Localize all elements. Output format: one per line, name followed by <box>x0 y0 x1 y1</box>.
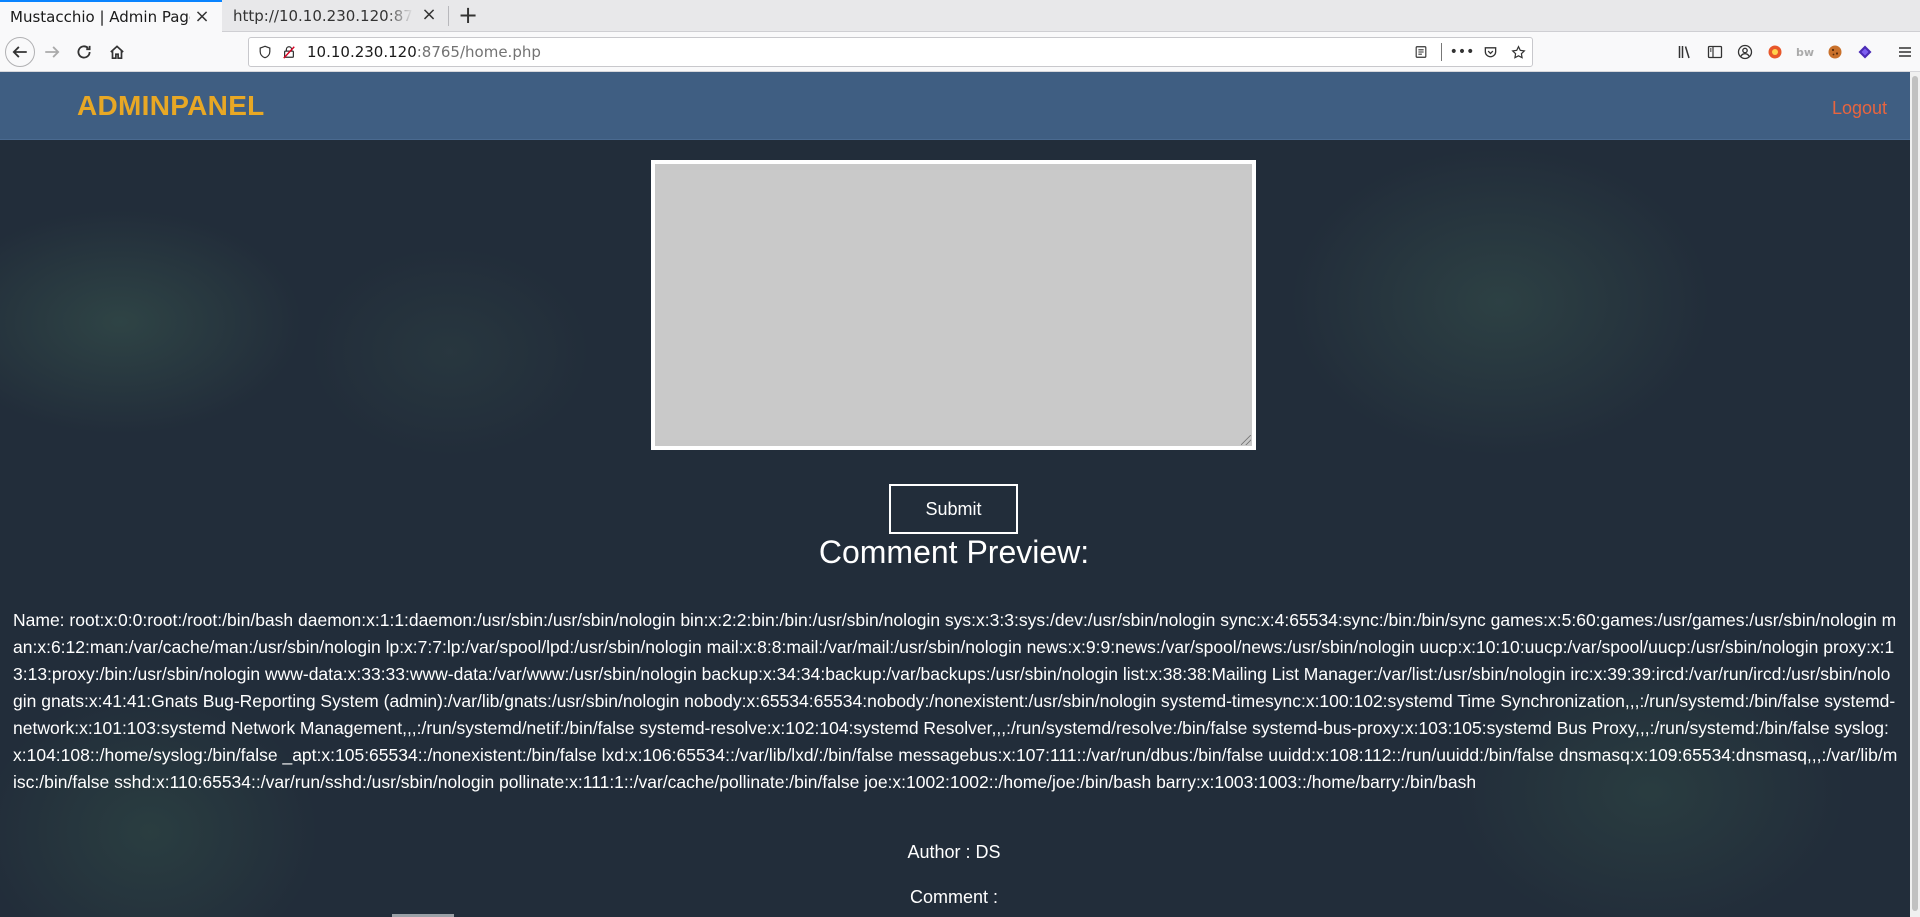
tab-home-php[interactable]: http://10.10.230.120:8765/h × <box>223 0 449 32</box>
shield-icon[interactable] <box>257 44 273 60</box>
tab-separator <box>448 6 449 26</box>
resize-grip-icon[interactable] <box>1241 435 1251 445</box>
url-actions: ••• <box>1407 38 1532 66</box>
reload-button[interactable] <box>70 38 98 66</box>
forward-button[interactable] <box>38 38 66 66</box>
url-host: 10.10.230.120 <box>307 43 417 61</box>
url-bar[interactable]: 10.10.230.120:8765/home.php ••• <box>248 37 1533 67</box>
close-tab-icon[interactable]: × <box>421 6 437 24</box>
extension-purple-icon[interactable] <box>1850 38 1880 66</box>
reload-icon <box>77 45 91 59</box>
comment-preview-heading: Comment Preview: <box>818 534 1090 570</box>
toolbar-extensions: bw <box>1670 38 1920 66</box>
home-button[interactable] <box>103 38 131 66</box>
extension-bw-icon[interactable]: bw <box>1790 38 1820 66</box>
page-actions-icon[interactable]: ••• <box>1448 38 1476 66</box>
back-arrow-icon <box>12 46 27 58</box>
submit-button[interactable]: Submit <box>889 484 1018 534</box>
reader-view-icon[interactable] <box>1407 38 1435 66</box>
logout-link[interactable]: Logout <box>1832 98 1887 119</box>
comment-preview-text: Name: root:x:0:0:root:/root:/bin/bash da… <box>13 610 1898 792</box>
admin-header: ADMINPANEL Logout <box>0 72 1910 140</box>
extension-orange-icon[interactable] <box>1760 38 1790 66</box>
url-separator <box>1441 43 1442 61</box>
tab-admin-page[interactable]: Mustacchio | Admin Page × <box>0 0 222 32</box>
tab-label: http://10.10.230.120:8765/h <box>233 7 413 25</box>
back-button[interactable] <box>5 37 35 67</box>
author-line: Author : DS <box>907 842 1001 862</box>
vertical-scrollbar[interactable] <box>1910 72 1920 917</box>
forward-arrow-icon <box>45 46 60 58</box>
cookie-extension-icon[interactable] <box>1820 38 1850 66</box>
tab-strip: Mustacchio | Admin Page × http://10.10.2… <box>0 0 1920 32</box>
pocket-icon[interactable] <box>1476 38 1504 66</box>
tab-label: Mustacchio | Admin Page <box>10 8 190 26</box>
bookmark-star-icon[interactable] <box>1504 38 1532 66</box>
new-tab-icon[interactable]: + <box>455 3 481 29</box>
insecure-lock-icon[interactable] <box>281 44 297 60</box>
sidebar-icon[interactable] <box>1700 38 1730 66</box>
comment-line: Comment : <box>909 887 999 907</box>
home-icon <box>110 45 124 60</box>
url-path: :8765/home.php <box>416 43 541 61</box>
library-icon[interactable] <box>1670 38 1700 66</box>
url-text[interactable]: 10.10.230.120:8765/home.php <box>307 43 541 61</box>
close-tab-icon[interactable]: × <box>194 8 210 26</box>
navigation-toolbar: 10.10.230.120:8765/home.php ••• bw <box>0 32 1920 72</box>
scrollbar-thumb[interactable] <box>1912 76 1918 911</box>
page-viewport: ADMINPANEL Logout Submit Comment Preview… <box>0 72 1910 917</box>
account-icon[interactable] <box>1730 38 1760 66</box>
menu-hamburger-icon[interactable] <box>1890 38 1920 66</box>
brand-title[interactable]: ADMINPANEL <box>77 90 265 122</box>
comment-textarea[interactable] <box>651 160 1256 450</box>
